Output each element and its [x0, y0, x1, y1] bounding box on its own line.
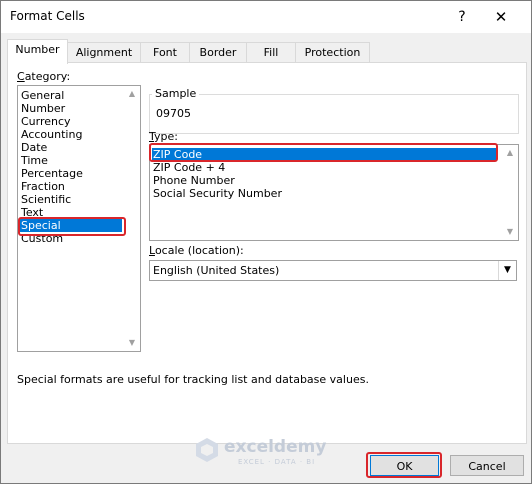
category-item-time[interactable]: Time	[20, 154, 48, 167]
sample-label: Sample	[152, 87, 200, 100]
scroll-up-arrow-icon[interactable]: ▲	[124, 86, 140, 102]
tab-font[interactable]: Font	[140, 42, 190, 63]
category-item-fraction[interactable]: Fraction	[20, 180, 65, 193]
sample-value: 09705	[156, 107, 191, 120]
exceldemy-watermark: exceldemy EXCEL · DATA · BI	[194, 437, 326, 466]
tab-alignment[interactable]: Alignment	[67, 42, 141, 63]
watermark-tagline: EXCEL · DATA · BI	[238, 458, 316, 466]
exceldemy-logo-icon	[196, 438, 218, 462]
category-item-number[interactable]: Number	[20, 102, 65, 115]
type-highlight-box	[149, 143, 498, 162]
number-tab-panel: Category: General Number Currency Accoun…	[7, 62, 527, 444]
chevron-down-icon[interactable]: ▼	[498, 261, 516, 280]
scroll-up-arrow-icon[interactable]: ▲	[502, 145, 518, 161]
title-bar: Format Cells ? ✕	[1, 1, 531, 33]
sample-group	[149, 94, 519, 134]
category-highlight-box	[18, 217, 126, 236]
format-cells-dialog: Format Cells ? ✕ Number Alignment Font B…	[0, 0, 532, 484]
locale-value: English (United States)	[153, 264, 280, 277]
tab-border[interactable]: Border	[189, 42, 247, 63]
scroll-down-arrow-icon[interactable]: ▼	[502, 224, 518, 240]
category-item-date[interactable]: Date	[20, 141, 47, 154]
category-item-currency[interactable]: Currency	[20, 115, 71, 128]
type-item-zip-code-plus-4[interactable]: ZIP Code + 4	[152, 161, 225, 174]
category-item-general[interactable]: General	[20, 89, 64, 102]
category-label: Category:	[17, 70, 71, 83]
dialog-title: Format Cells	[10, 9, 85, 23]
scroll-down-arrow-icon[interactable]: ▼	[124, 335, 140, 351]
watermark-name: exceldemy	[224, 437, 327, 457]
locale-label: Locale (location):	[149, 244, 244, 257]
type-label: Type:	[149, 130, 178, 143]
tab-fill[interactable]: Fill	[246, 42, 296, 63]
close-button[interactable]: ✕	[481, 5, 521, 29]
tab-protection[interactable]: Protection	[295, 42, 370, 63]
type-scrollbar[interactable]: ▲ ▼	[502, 145, 518, 240]
category-item-accounting[interactable]: Accounting	[20, 128, 82, 141]
category-item-scientific[interactable]: Scientific	[20, 193, 71, 206]
type-item-phone-number[interactable]: Phone Number	[152, 174, 235, 187]
ok-highlight-box	[366, 452, 442, 478]
type-item-ssn[interactable]: Social Security Number	[152, 187, 282, 200]
locale-dropdown[interactable]: English (United States) ▼	[149, 260, 517, 281]
category-scrollbar[interactable]: ▲ ▼	[124, 86, 140, 351]
help-button[interactable]: ?	[447, 5, 477, 29]
category-item-percentage[interactable]: Percentage	[20, 167, 83, 180]
format-description: Special formats are useful for tracking …	[17, 373, 369, 386]
tab-number[interactable]: Number	[7, 39, 68, 64]
cancel-button[interactable]: Cancel	[450, 455, 524, 476]
